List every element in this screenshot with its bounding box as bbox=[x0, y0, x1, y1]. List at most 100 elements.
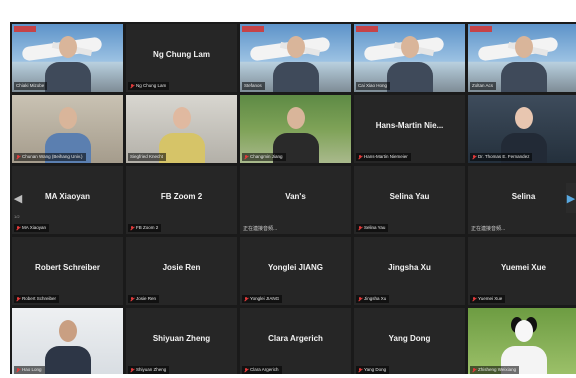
muted-mic-icon bbox=[472, 296, 476, 302]
muted-mic-icon bbox=[358, 225, 362, 231]
muted-mic-icon bbox=[358, 367, 362, 373]
participant-tile[interactable]: Zhisheng Weixiang bbox=[468, 308, 576, 374]
participant-body bbox=[272, 62, 319, 92]
muted-mic-icon bbox=[358, 296, 362, 302]
muted-mic-icon bbox=[130, 225, 134, 231]
participant-name: Clara Argerich bbox=[268, 334, 323, 343]
participant-name: Hans-Martin Nie... bbox=[375, 121, 444, 130]
participant-label-text: MA Xiaoyan bbox=[22, 225, 47, 230]
participant-head bbox=[58, 107, 77, 129]
audio-connecting-status: 正在連接音頻... bbox=[243, 226, 278, 232]
participant-tile[interactable]: Stefanos bbox=[240, 24, 351, 92]
participant-tile[interactable]: Jingsha Xu Jingsha Xu bbox=[354, 237, 465, 305]
participant-name: Ng Chung Lam bbox=[153, 50, 210, 59]
participant-label: Chiaki Mizobe bbox=[14, 82, 48, 90]
participant-label: Zoltan Acs bbox=[470, 82, 497, 90]
participant-tile[interactable]: Yang Dong Yang Dong bbox=[354, 308, 465, 374]
participant-tile[interactable]: Dr. Thomas E. Fernandez bbox=[468, 95, 576, 163]
participant-name: Van's bbox=[285, 192, 306, 201]
participant-name: Robert Schreiber bbox=[35, 263, 100, 272]
participant-label: Yuemei Xue bbox=[470, 295, 506, 303]
participant-tile[interactable]: Selina 正在連接音頻... bbox=[468, 166, 576, 234]
participant-tile[interactable]: Zoltan Acs bbox=[468, 24, 576, 92]
participant-tile[interactable]: Robert Schreiber Robert Schreiber bbox=[12, 237, 123, 305]
participant-tile[interactable]: MA Xiaoyan MA Xiaoyan bbox=[12, 166, 123, 234]
participant-label-text: Shiyuan Zheng bbox=[136, 367, 167, 372]
participant-tile[interactable]: Chiaki Mizobe bbox=[12, 24, 123, 92]
participant-label: MA Xiaoyan bbox=[14, 224, 50, 232]
participant-label: Selina Yau bbox=[356, 224, 389, 232]
participant-label: FB Zoom 2 bbox=[128, 224, 162, 232]
participant-label-text: Josie Ren bbox=[136, 296, 157, 301]
participant-tile[interactable]: Clara Argerich Clara Argerich bbox=[240, 308, 351, 374]
participant-label: Yonglei JIANG bbox=[242, 295, 283, 303]
participant-label-text: FB Zoom 2 bbox=[136, 225, 159, 230]
participant-label: Clara Argerich bbox=[242, 366, 282, 374]
participant-head bbox=[514, 107, 533, 129]
muted-mic-icon bbox=[358, 154, 362, 160]
muted-mic-icon bbox=[16, 225, 20, 231]
participant-tile[interactable]: Changmin Jiang bbox=[240, 95, 351, 163]
participant-label-text: Clara Argerich bbox=[250, 367, 279, 372]
participant-label-text: Changmin Jiang bbox=[250, 154, 283, 159]
participant-name: Jingsha Xu bbox=[388, 263, 431, 272]
participant-tile[interactable]: Chunan Wang (Beihang Univ.) bbox=[12, 95, 123, 163]
participant-tile[interactable]: FB Zoom 2 FB Zoom 2 bbox=[126, 166, 237, 234]
participant-label-text: Cai Xiao Hong bbox=[358, 83, 388, 88]
chevron-left-icon[interactable]: ◀ bbox=[13, 183, 23, 213]
participant-head bbox=[400, 36, 419, 58]
participant-head bbox=[172, 107, 191, 129]
participant-head bbox=[514, 36, 533, 58]
participant-body bbox=[44, 62, 91, 92]
participant-tile[interactable]: Shiyuan Zheng Shiyuan Zheng bbox=[126, 308, 237, 374]
muted-mic-icon bbox=[130, 83, 134, 89]
participant-head bbox=[286, 107, 305, 129]
participant-label-text: Chunan Wang (Beihang Univ.) bbox=[22, 154, 83, 159]
participant-label: Jingsha Xu bbox=[356, 295, 390, 303]
muted-mic-icon bbox=[16, 367, 20, 373]
muted-mic-icon bbox=[130, 367, 134, 373]
participant-name: Yonglei JIANG bbox=[268, 263, 323, 272]
participant-tile[interactable]: Selina Yau Selina Yau bbox=[354, 166, 465, 234]
page-indicator: 1/2 bbox=[14, 214, 20, 219]
participant-body bbox=[500, 62, 547, 92]
muted-mic-icon bbox=[244, 154, 248, 160]
participant-label-text: Siegfried Knecht bbox=[130, 154, 164, 159]
participant-tile[interactable]: Yuemei Xue Yuemei Xue bbox=[468, 237, 576, 305]
participant-label-text: Ng Chung Lam bbox=[136, 83, 167, 88]
muted-mic-icon bbox=[244, 296, 248, 302]
participant-label-text: Yonglei JIANG bbox=[250, 296, 280, 301]
zoom-gallery-window: Chiaki Mizobe Ng Chung Lam Ng Chung Lam Ste… bbox=[10, 22, 576, 374]
participant-label: Hans-Martin Niemeier bbox=[356, 153, 411, 161]
participant-name: Yuemei Xue bbox=[501, 263, 546, 272]
participant-head bbox=[286, 36, 305, 58]
chevron-right-icon[interactable]: ▶ bbox=[566, 183, 576, 213]
participant-tile[interactable]: Van's 正在連接音頻... bbox=[240, 166, 351, 234]
muted-mic-icon bbox=[16, 296, 20, 302]
participant-label: Dr. Thomas E. Fernandez bbox=[470, 153, 533, 161]
participant-name: MA Xiaoyan bbox=[44, 192, 91, 201]
participant-label-text: Zhisheng Weixiang bbox=[478, 367, 517, 372]
virtual-background-logo bbox=[356, 26, 378, 32]
participant-label-text: Chiaki Mizobe bbox=[16, 83, 45, 88]
participant-tile[interactable]: Yonglei JIANG Yonglei JIANG bbox=[240, 237, 351, 305]
participant-tile[interactable]: Hans-Martin Nie... Hans-Martin Niemeier bbox=[354, 95, 465, 163]
participant-label: Changmin Jiang bbox=[242, 153, 286, 161]
participant-tile[interactable]: Cai Xiao Hong bbox=[354, 24, 465, 92]
participant-tile[interactable]: Ng Chung Lam Ng Chung Lam bbox=[126, 24, 237, 92]
virtual-background-logo bbox=[14, 26, 36, 32]
participant-tile[interactable]: Josie Ren Josie Ren bbox=[126, 237, 237, 305]
participant-tile[interactable]: Siegfried Knecht bbox=[126, 95, 237, 163]
muted-mic-icon bbox=[244, 367, 248, 373]
participant-name: Selina Yau bbox=[389, 192, 430, 201]
participant-label-text: Hans-Martin Niemeier bbox=[364, 154, 408, 159]
participant-grid: Chiaki Mizobe Ng Chung Lam Ng Chung Lam Ste… bbox=[10, 22, 576, 374]
participant-name: Shiyuan Zheng bbox=[152, 334, 211, 343]
muted-mic-icon bbox=[16, 154, 20, 160]
participant-tile[interactable]: Hao Long bbox=[12, 308, 123, 374]
participant-body bbox=[386, 62, 433, 92]
participant-label-text: Yang Dong bbox=[364, 367, 387, 372]
virtual-background-logo bbox=[470, 26, 492, 32]
participant-label: Stefanos bbox=[242, 82, 265, 90]
participant-label-text: Zoltan Acs bbox=[472, 83, 494, 88]
